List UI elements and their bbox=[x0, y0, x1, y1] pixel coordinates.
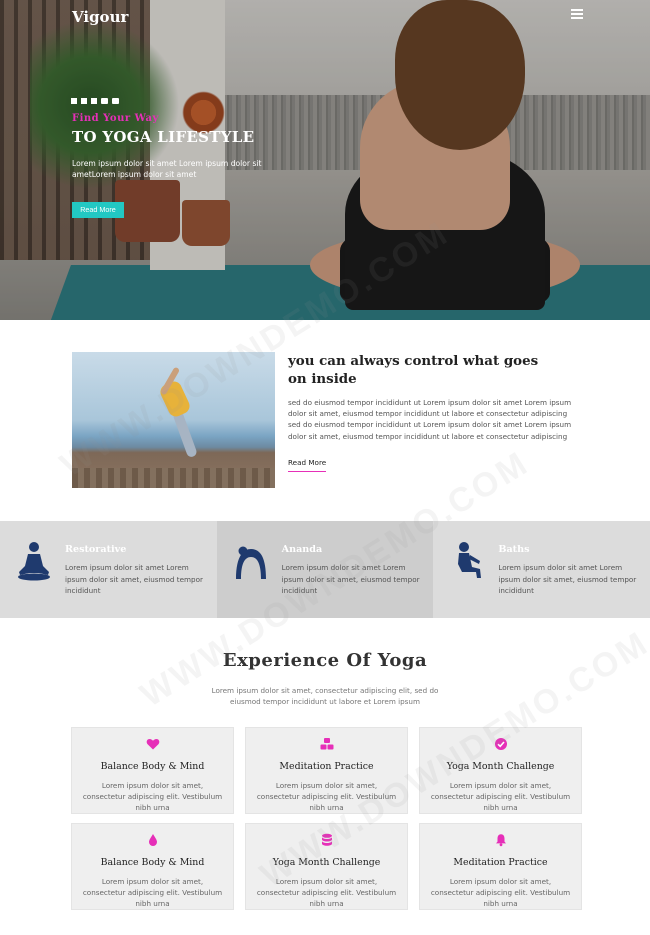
read-more-button[interactable]: Read More bbox=[72, 202, 124, 218]
feature-text: Lorem ipsum dolor sit amet Lorem ipsum d… bbox=[498, 563, 637, 595]
feature-title: Ananda bbox=[281, 544, 323, 555]
deck bbox=[72, 468, 275, 488]
experience-card[interactable]: Meditation Practice Lorem ipsum dolor si… bbox=[419, 823, 582, 910]
bell-icon bbox=[495, 834, 506, 847]
card-text: Lorem ipsum dolor sit amet, consectetur … bbox=[82, 781, 223, 813]
card-title: Balance Body & Mind bbox=[100, 761, 205, 772]
about-text: sed do eiusmod tempor incididunt ut Lore… bbox=[288, 398, 572, 441]
experience-card[interactable]: Balance Body & Mind Lorem ipsum dolor si… bbox=[71, 727, 234, 814]
hero-text: Lorem ipsum dolor sit amet Lorem ipsum d… bbox=[72, 159, 262, 179]
hero-banner: Vigour Find Your Way TO YOGA LIFESTYLE L… bbox=[0, 0, 650, 320]
experience-card[interactable]: Balance Body & Mind Lorem ipsum dolor si… bbox=[71, 823, 234, 910]
youtube-icon[interactable] bbox=[101, 98, 108, 104]
figure-leg bbox=[172, 409, 198, 459]
card-title: Yoga Month Challenge bbox=[446, 761, 555, 772]
hero-kicker: Find Your Way bbox=[72, 113, 159, 124]
instagram-icon[interactable] bbox=[112, 98, 119, 104]
features-strip: Restorative Lorem ipsum dolor sit amet L… bbox=[0, 521, 650, 618]
social-links bbox=[71, 98, 119, 104]
card-title: Balance Body & Mind bbox=[100, 857, 205, 868]
rss-icon[interactable] bbox=[91, 98, 97, 104]
about-title: you can always control what goes on insi… bbox=[288, 353, 539, 387]
section-title: Experience Of Yoga bbox=[222, 650, 428, 671]
cubes-icon bbox=[320, 738, 333, 750]
facebook-icon[interactable] bbox=[71, 98, 77, 104]
feature-item: Restorative Lorem ipsum dolor sit amet L… bbox=[0, 521, 217, 618]
feature-title: Restorative bbox=[65, 544, 127, 555]
heart-icon bbox=[146, 739, 159, 750]
feature-item: Ananda Lorem ipsum dolor sit amet Lorem … bbox=[216, 521, 434, 618]
feature-text: Lorem ipsum dolor sit amet Lorem ipsum d… bbox=[65, 563, 203, 595]
experience-cards: Balance Body & Mind Lorem ipsum dolor si… bbox=[71, 727, 582, 910]
drop-icon bbox=[148, 834, 157, 846]
experience-card[interactable]: Yoga Month Challenge Lorem ipsum dolor s… bbox=[245, 823, 408, 910]
feature-title: Baths bbox=[498, 544, 530, 555]
about-image bbox=[72, 352, 275, 488]
card-text: Lorem ipsum dolor sit amet, consectetur … bbox=[256, 781, 397, 813]
hamburger-menu-icon[interactable] bbox=[571, 9, 583, 19]
section-subtitle: Lorem ipsum dolor sit amet, consectetur … bbox=[211, 686, 439, 707]
feature-text: Lorem ipsum dolor sit amet Lorem ipsum d… bbox=[281, 563, 420, 595]
database-icon bbox=[321, 833, 332, 846]
card-text: Lorem ipsum dolor sit amet, consectetur … bbox=[82, 877, 223, 909]
card-title: Yoga Month Challenge bbox=[272, 857, 381, 868]
card-title: Meditation Practice bbox=[453, 857, 548, 868]
seated-pose-icon bbox=[458, 542, 482, 578]
check-circle-icon bbox=[494, 738, 507, 750]
experience-card[interactable]: Meditation Practice Lorem ipsum dolor si… bbox=[245, 727, 408, 814]
about-read-more-link[interactable]: Read More bbox=[288, 458, 327, 472]
hero-title: TO YOGA LIFESTYLE bbox=[72, 128, 255, 146]
card-text: Lorem ipsum dolor sit amet, consectetur … bbox=[430, 781, 571, 813]
meditation-pose-icon bbox=[18, 542, 50, 581]
card-text: Lorem ipsum dolor sit amet, consectetur … bbox=[256, 877, 397, 909]
feature-item: Baths Lorem ipsum dolor sit amet Lorem i… bbox=[433, 521, 650, 618]
card-title: Meditation Practice bbox=[279, 761, 374, 772]
card-text: Lorem ipsum dolor sit amet, consectetur … bbox=[430, 877, 571, 909]
twitter-icon[interactable] bbox=[81, 98, 87, 104]
backbend-pose-icon bbox=[235, 546, 266, 579]
site-logo[interactable]: Vigour bbox=[72, 8, 128, 26]
experience-card[interactable]: Yoga Month Challenge Lorem ipsum dolor s… bbox=[419, 727, 582, 814]
